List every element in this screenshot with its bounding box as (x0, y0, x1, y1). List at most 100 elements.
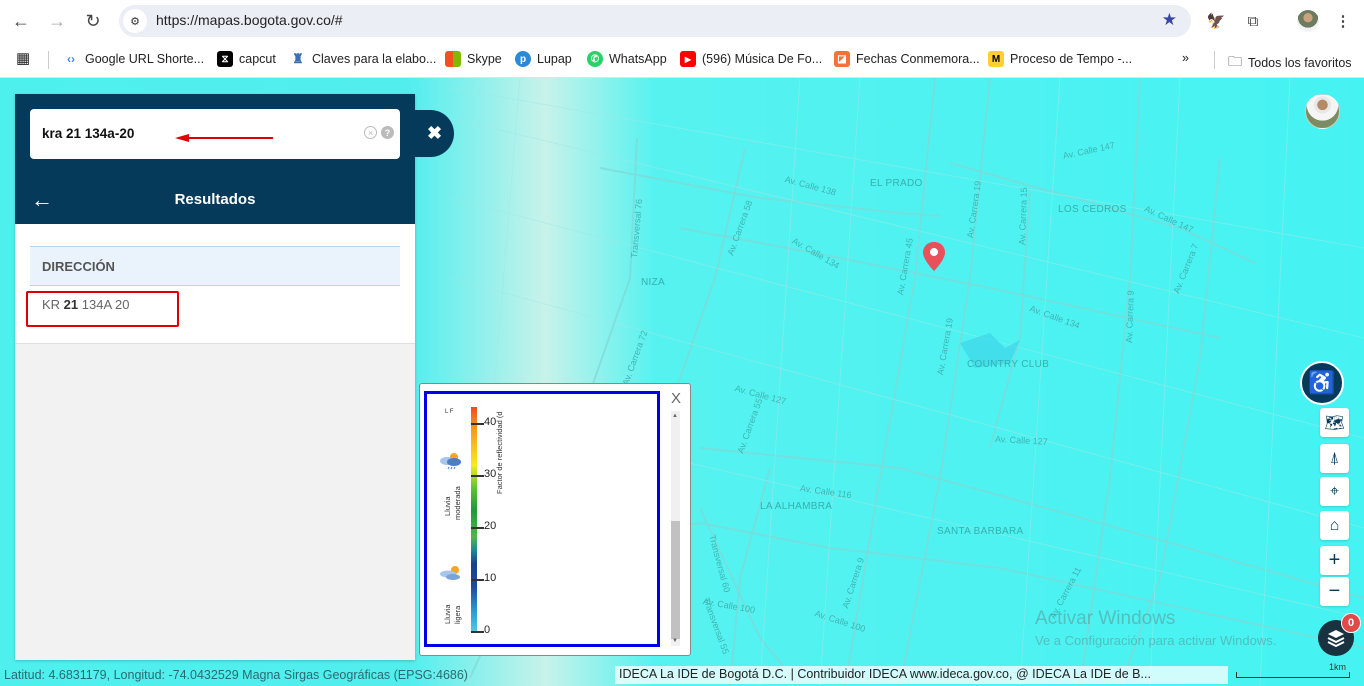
help-icon[interactable]: ? (381, 126, 394, 139)
bookmark-google-url-shortener[interactable]: ‹› Google URL Shorte... (63, 51, 204, 67)
layers-count-badge: 0 (1341, 613, 1361, 633)
scroll-down-icon[interactable]: ▼ (672, 638, 678, 644)
reflectivity-colorbar (471, 407, 477, 631)
home-icon: ⌂ (1329, 516, 1340, 534)
close-icon: ✖ (426, 123, 443, 143)
bookmarks-bar: ▦ ‹› Google URL Shorte... ⧖ capcut ♜ Claves… (0, 42, 1364, 78)
light-rain-icon (440, 566, 460, 580)
all-bookmarks-button[interactable]: 🗀 Todos los favoritos (1228, 51, 1352, 75)
browser-toolbar: ← → ↻ ⚙ https://mapas.bogota.gov.co/# ★ … (0, 0, 1364, 42)
clear-search-icon[interactable]: × (364, 126, 377, 139)
scale-label: 1km (1329, 662, 1347, 672)
youtube-icon: ▶ (680, 51, 696, 67)
site-settings-icon[interactable]: ⚙ (123, 9, 147, 33)
crosshair-icon: ⌖ (1329, 482, 1339, 500)
tick (471, 475, 484, 477)
zoom-out-button[interactable]: − (1320, 577, 1349, 606)
miro-icon: M (988, 51, 1004, 67)
tick (471, 579, 484, 581)
zoom-in-button[interactable]: + (1320, 546, 1349, 575)
neighborhood-label: COUNTRY CLUB (967, 359, 1050, 370)
search-panel: kra 21 134a-20 × ? ← Resultados DIRECCIÓ… (15, 94, 415, 660)
claves-icon: ♜ (292, 51, 304, 66)
bookmark-whatsapp[interactable]: ✆ WhatsApp (587, 51, 667, 67)
neighborhood-label: LA ALHAMBRA (760, 501, 833, 512)
street-label: Av. Carrera 15 (1017, 187, 1030, 246)
bookmark-fechas[interactable]: ◪ Fechas Conmemora... (834, 51, 980, 67)
legend-scrollbar[interactable]: ▲ ▼ (671, 411, 680, 646)
category-label: Lluvia (443, 604, 452, 624)
minus-icon: − (1328, 580, 1341, 602)
bookmark-capcut[interactable]: ⧖ capcut (217, 51, 276, 67)
plus-icon: + (1328, 549, 1341, 571)
map-canvas[interactable]: Av. Calle 147 Av. Calle 147 Av. Calle 13… (0, 78, 1364, 686)
divider (1214, 51, 1215, 69)
annotation-highlight-box (26, 291, 179, 327)
legend-close-button[interactable]: X (671, 390, 681, 407)
legend-popup: L F 40 30 20 10 0 Factor de reflectivida… (419, 383, 691, 656)
tick (471, 631, 484, 633)
legend-top-label: L F (445, 409, 454, 415)
fechas-icon: ◪ (834, 51, 850, 67)
menu-kebab-icon[interactable]: ⋮ (1332, 10, 1354, 32)
back-icon[interactable]: ← (9, 9, 33, 33)
column-header: DIRECCIÓN (30, 246, 400, 286)
bookmark-star-icon[interactable]: ★ (1162, 10, 1177, 30)
user-avatar[interactable] (1305, 94, 1340, 129)
my-location-button[interactable]: ⌖ (1320, 477, 1349, 506)
pegman-icon: ⍋ (1329, 449, 1340, 467)
basemap-button[interactable]: 🗺 (1320, 408, 1349, 437)
search-query[interactable]: kra 21 134a-20 (42, 126, 134, 141)
bookmark-lupap[interactable]: p Lupap (515, 51, 572, 67)
tick (471, 423, 484, 425)
google-url-shortener-icon: ‹› (67, 52, 75, 66)
home-button[interactable]: ⌂ (1320, 511, 1349, 540)
road (1079, 78, 1141, 686)
bookmark-proceso-tempo[interactable]: M Proceso de Tempo -... (988, 51, 1132, 67)
results-list: DIRECCIÓN KR 21 134A 20 (15, 224, 415, 344)
reload-icon[interactable]: ↻ (81, 9, 105, 33)
apps-grid-icon[interactable]: ▦ (16, 49, 30, 67)
url-text[interactable]: https://mapas.bogota.gov.co/# (156, 12, 343, 28)
moderate-rain-icon (440, 453, 461, 470)
more-bookmarks-button[interactable]: » (1182, 51, 1189, 65)
profile-avatar[interactable] (1297, 10, 1319, 32)
street-view-button[interactable]: ⍋ (1320, 444, 1349, 473)
coordinates-readout: Latitud: 4.6831179, Longitud: -74.043252… (4, 668, 468, 682)
scale-bar (1236, 672, 1350, 678)
map-icon: 🗺 (1324, 414, 1345, 432)
scroll-thumb[interactable] (671, 521, 680, 639)
tick-label: 10 (484, 572, 497, 584)
extension-icon[interactable]: 🦅 (1205, 10, 1227, 32)
road (1119, 157, 1221, 686)
address-bar[interactable]: ⚙ https://mapas.bogota.gov.co/# ★ (119, 5, 1191, 37)
lupap-icon: p (515, 51, 531, 67)
neighborhood-label: NIZA (641, 277, 665, 288)
category-label: Lluvia (443, 496, 452, 516)
accessibility-icon: ♿ (1308, 370, 1336, 395)
bookmark-claves[interactable]: ♜ Claves para la elabo... (290, 51, 436, 67)
bookmark-skype[interactable]: Skype (445, 51, 502, 67)
street-label: Av. Carrera 9 (1124, 290, 1136, 344)
location-pin-icon[interactable] (922, 242, 946, 272)
neighborhood-label: LOS CEDROS (1058, 204, 1127, 215)
extensions-puzzle-icon[interactable]: ⧉ (1242, 10, 1264, 32)
scroll-up-icon[interactable]: ▲ (672, 413, 678, 419)
search-input[interactable]: kra 21 134a-20 × ? (30, 109, 400, 159)
tick-label: 0 (484, 624, 491, 636)
axis-title: Factor de reflectividad (d (495, 411, 504, 494)
microsoft-icon (445, 51, 461, 67)
results-title: Resultados (174, 191, 256, 208)
road (844, 78, 936, 686)
map-attribution[interactable]: IDECA La IDE de Bogotá D.C. | Contribuid… (615, 666, 1228, 684)
neighborhood-label: EL PRADO (870, 178, 923, 189)
forward-icon[interactable]: → (45, 9, 69, 33)
capcut-icon: ⧖ (217, 51, 233, 67)
accessibility-button[interactable]: ♿ (1300, 361, 1344, 405)
bookmark-youtube[interactable]: ▶ (596) Música De Fo... (680, 51, 822, 67)
annotation-arrow-icon (175, 134, 273, 142)
divider (48, 51, 49, 69)
results-bar: ← Resultados (15, 179, 415, 224)
category-label: ligera (453, 605, 462, 624)
category-label: moderada (453, 486, 462, 520)
